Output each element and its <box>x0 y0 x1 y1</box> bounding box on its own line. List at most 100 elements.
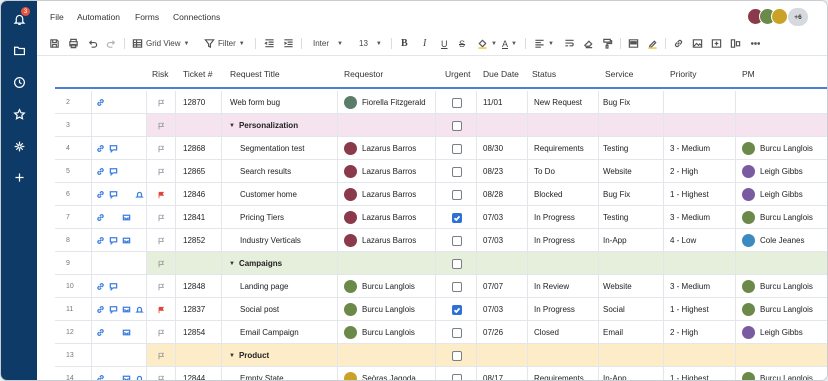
link-icon[interactable] <box>95 282 105 292</box>
caret-down-icon[interactable]: ▼ <box>229 353 235 359</box>
undo-icon[interactable] <box>87 37 98 50</box>
urgent-checkbox[interactable] <box>452 229 462 252</box>
flag-icon[interactable] <box>157 160 165 183</box>
urgent-checkbox[interactable] <box>452 183 462 206</box>
menu-automation[interactable]: Automation <box>77 12 120 22</box>
link-icon[interactable] <box>95 144 105 154</box>
table-row[interactable]: 2 12870 Web form bug Fiorella Fitzgerald 11/… <box>55 91 827 114</box>
comment-icon[interactable] <box>108 144 118 154</box>
link-icon[interactable] <box>95 167 105 177</box>
caret-down-icon[interactable]: ▼ <box>229 123 235 129</box>
inbox-icon[interactable] <box>121 213 131 223</box>
checkbox[interactable] <box>452 166 462 177</box>
clock-icon[interactable] <box>9 72 29 92</box>
table-row[interactable]: 6 12846 Customer home Lazarus Barros 08/28 Bl… <box>55 183 827 206</box>
pm-cell[interactable]: Leigh Gibbs <box>742 183 803 206</box>
bell-icon[interactable]: 3 <box>9 7 30 29</box>
inbox-icon[interactable] <box>121 328 131 338</box>
collaborator-avatars[interactable]: +6 <box>747 8 819 26</box>
bell-icon[interactable] <box>134 190 144 200</box>
font-size-dropdown[interactable]: 13 ▼ <box>359 37 382 50</box>
urgent-checkbox[interactable] <box>452 367 462 380</box>
save-icon[interactable] <box>49 37 60 50</box>
link-icon[interactable] <box>95 98 105 108</box>
requestor-cell[interactable]: Lazarus Barros <box>344 183 416 206</box>
link-icon[interactable] <box>95 328 105 338</box>
group-title[interactable]: ▼ Product <box>229 344 269 367</box>
checkbox[interactable] <box>452 120 462 131</box>
comment-icon[interactable] <box>108 282 118 292</box>
risk-flag-icon[interactable] <box>157 298 165 321</box>
strikethrough-button[interactable]: S <box>459 37 465 50</box>
text-color-dropdown[interactable]: A ▼ <box>502 37 517 50</box>
card-view-icon[interactable] <box>628 37 639 50</box>
urgent-checkbox[interactable] <box>452 137 462 160</box>
bell-icon[interactable] <box>134 374 144 380</box>
eraser-icon[interactable] <box>583 37 594 50</box>
risk-flag-icon[interactable] <box>157 183 165 206</box>
group-title[interactable]: ▼ Campaigns <box>229 252 282 275</box>
menu-forms[interactable]: Forms <box>135 12 159 22</box>
underline-button[interactable]: U <box>441 37 448 50</box>
urgent-checkbox[interactable] <box>452 344 462 367</box>
urgent-checkbox[interactable] <box>452 114 462 137</box>
italic-button[interactable]: I <box>423 37 426 50</box>
requestor-cell[interactable]: Lazarus Barros <box>344 229 416 252</box>
group-row[interactable]: 3 ▼ Personalization <box>55 114 827 137</box>
column-header-request-title[interactable]: Request Title <box>230 69 280 79</box>
link-icon[interactable] <box>95 374 105 380</box>
requestor-cell[interactable]: Burcu Langlois <box>344 321 415 344</box>
table-row[interactable]: 8 12852 Industry Verticals Lazarus Barros 07… <box>55 229 827 252</box>
table-row[interactable]: 4 12868 Segmentation test Lazarus Barros 08/… <box>55 137 827 160</box>
checkbox[interactable] <box>452 281 462 292</box>
column-header-due-date[interactable]: Due Date <box>483 69 519 79</box>
link-icon[interactable] <box>673 37 684 50</box>
requestor-cell[interactable]: Fiorella Fitzgerald <box>344 91 426 114</box>
outdent-icon[interactable] <box>264 37 275 50</box>
checkbox[interactable] <box>452 373 462 380</box>
checkbox[interactable] <box>452 350 462 361</box>
urgent-checkbox[interactable] <box>452 321 462 344</box>
highlight-icon[interactable] <box>647 37 658 50</box>
requestor-cell[interactable]: Seòras Jagoda <box>344 367 416 380</box>
table-row[interactable]: 5 12865 Search results Lazarus Barros 08/23 T… <box>55 160 827 183</box>
menu-connections[interactable]: Connections <box>173 12 220 22</box>
comment-icon[interactable] <box>108 305 118 315</box>
flag-icon[interactable] <box>157 252 165 275</box>
urgent-checkbox[interactable] <box>452 206 462 229</box>
grid-view-dropdown[interactable]: Grid View ▼ <box>132 37 189 50</box>
checkbox[interactable] <box>452 235 462 246</box>
caret-down-icon[interactable]: ▼ <box>229 261 235 267</box>
table-row[interactable]: 14 12844 Empty State Seòras Jagoda 08/17 Requ… <box>55 367 827 380</box>
column-header-urgent[interactable]: Urgent <box>445 69 471 79</box>
bold-button[interactable]: B <box>401 37 408 50</box>
requestor-cell[interactable]: Lazarus Barros <box>344 160 416 183</box>
fill-color-dropdown[interactable]: ▼ <box>477 37 497 50</box>
align-dropdown[interactable]: ▼ <box>534 37 554 50</box>
flag-icon[interactable] <box>157 275 165 298</box>
urgent-checkbox[interactable] <box>452 252 462 275</box>
bell-icon[interactable] <box>134 305 144 315</box>
filter-dropdown[interactable]: Filter ▼ <box>204 37 245 50</box>
pm-cell[interactable]: Burcu Langlois <box>742 298 813 321</box>
pm-cell[interactable]: Burcu Langlois <box>742 137 813 160</box>
requestor-cell[interactable]: Burcu Langlois <box>344 275 415 298</box>
column-header-service[interactable]: Service <box>605 69 633 79</box>
requestor-cell[interactable]: Lazarus Barros <box>344 137 416 160</box>
group-row[interactable]: 9 ▼ Campaigns <box>55 252 827 275</box>
indent-icon[interactable] <box>283 37 294 50</box>
checkbox[interactable] <box>452 258 462 269</box>
more-options-icon[interactable] <box>750 37 761 50</box>
checkbox[interactable] <box>452 189 462 200</box>
flag-icon[interactable] <box>157 321 165 344</box>
column-header-priority[interactable]: Priority <box>670 69 696 79</box>
flag-icon[interactable] <box>157 137 165 160</box>
format-painter-icon[interactable] <box>602 37 613 50</box>
group-row[interactable]: 13 ▼ Product <box>55 344 827 367</box>
table-row[interactable]: 10 12848 Landing page Burcu Langlois 07/07 In… <box>55 275 827 298</box>
more-collaborators-badge[interactable]: +6 <box>788 8 808 26</box>
folder-icon[interactable] <box>9 40 29 60</box>
pm-cell[interactable]: Cole Jeanes <box>742 229 804 252</box>
plus-icon[interactable] <box>9 167 29 187</box>
urgent-checkbox[interactable] <box>452 160 462 183</box>
